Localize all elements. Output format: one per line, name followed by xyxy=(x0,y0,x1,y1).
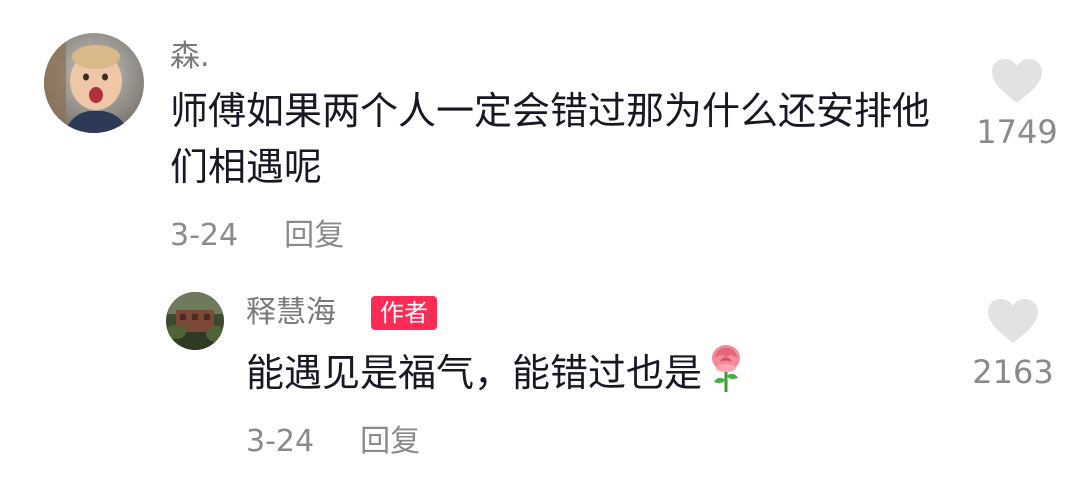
reply-button[interactable]: 回复 xyxy=(360,424,420,459)
rose-icon xyxy=(712,345,741,392)
like-count: 1749 xyxy=(976,113,1058,151)
like-button[interactable]: 2163 xyxy=(968,298,1058,390)
comment-text: 师傅如果两个人一定会错过那为什么还安排他们相遇呢 xyxy=(170,89,931,189)
author-badge: 作者 xyxy=(371,296,437,330)
reply-date: 3-24 xyxy=(246,424,315,459)
reply-button[interactable]: 回复 xyxy=(284,218,344,253)
like-button[interactable]: 1749 xyxy=(972,58,1062,150)
comment-date: 3-24 xyxy=(170,218,239,253)
heart-icon xyxy=(988,299,1038,343)
comment-username[interactable]: 森. xyxy=(170,40,210,74)
heart-icon xyxy=(992,59,1042,103)
reply-meta: 3-24 回复 xyxy=(246,425,420,459)
reply-username[interactable]: 释慧海 xyxy=(246,296,336,330)
toddler-avatar-icon xyxy=(44,33,144,133)
garden-avatar-icon xyxy=(166,292,224,350)
reply-text: 能遇见是福气，能错过也是 xyxy=(246,344,746,401)
avatar[interactable] xyxy=(166,292,224,350)
like-count: 2163 xyxy=(972,353,1054,391)
avatar[interactable] xyxy=(44,33,144,133)
reply-text-body: 能遇见是福气，能错过也是 xyxy=(246,351,703,395)
comment-meta: 3-24 回复 xyxy=(170,219,344,253)
